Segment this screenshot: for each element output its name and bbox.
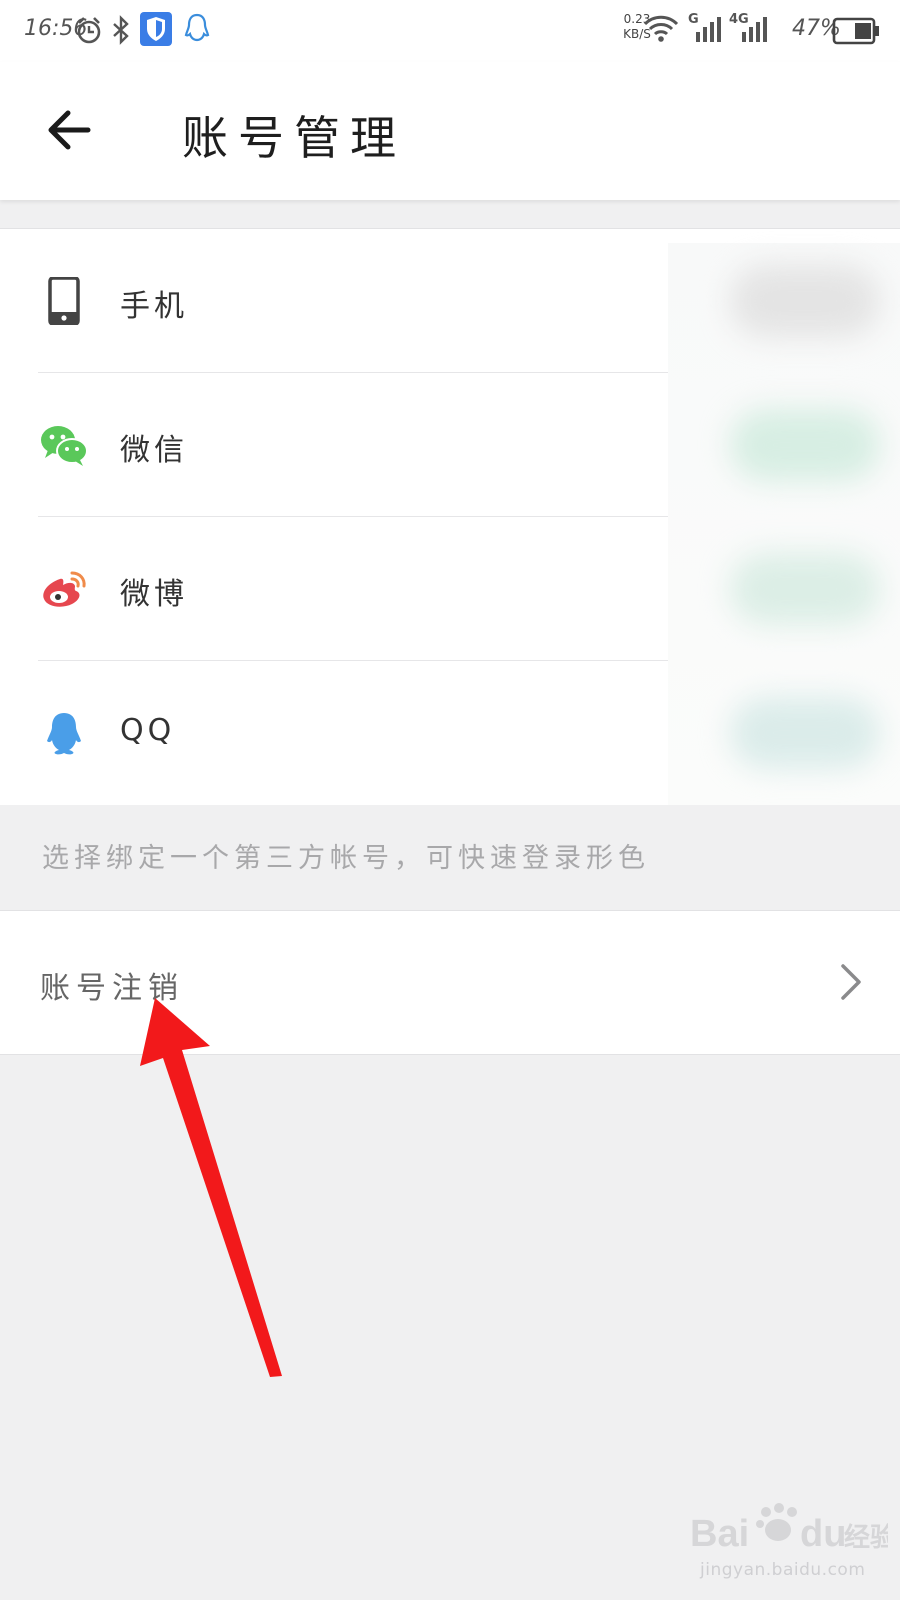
qq-icon (47, 713, 81, 755)
account-row-weibo[interactable]: 微博 (0, 517, 900, 661)
account-row-wechat[interactable]: 微信 (0, 373, 900, 517)
weibo-icon (43, 571, 86, 607)
page-title: 账号管理 (182, 111, 406, 165)
qq-status-icon (184, 13, 210, 42)
phone-icon (48, 277, 80, 325)
weibo-value-blurred (730, 553, 880, 625)
svg-text:du: du (800, 1513, 846, 1555)
chevron-right-icon (841, 964, 861, 1000)
account-deactivate-label: 账号注销 (40, 971, 184, 1006)
status-bar: 16:56 0.23 KB/S G 4G 47% (0, 0, 900, 62)
wechat-value-blurred (730, 409, 880, 481)
account-label-weibo: 微博 (120, 577, 188, 612)
account-row-qq[interactable]: QQ (0, 661, 900, 805)
wechat-icon (41, 426, 88, 466)
app-header: 账号管理 (0, 62, 900, 200)
account-deactivate-row[interactable]: 账号注销 (0, 910, 900, 1055)
bluetooth-icon (113, 15, 129, 45)
bind-hint-text: 选择绑定一个第三方帐号，可快速登录形色 (42, 843, 650, 874)
account-row-phone[interactable]: 手机 (0, 229, 900, 373)
account-label-wechat: 微信 (120, 433, 188, 468)
phone-value-blurred (730, 265, 880, 337)
signal-bars-icon-1 (696, 17, 721, 42)
svg-text:Bai: Bai (690, 1513, 749, 1555)
shield-icon (140, 12, 172, 46)
battery-icon (832, 17, 879, 45)
svg-text:经验: 经验 (844, 1522, 888, 1553)
account-list: 手机 微信 微博 QQ (0, 228, 900, 805)
alarm-icon (77, 17, 101, 44)
account-label-qq: QQ (120, 713, 176, 748)
wifi-icon (643, 15, 679, 42)
watermark-url: jingyan.baidu.com (700, 1560, 866, 1580)
signal-bars-icon-2 (742, 17, 767, 42)
account-label-phone: 手机 (120, 289, 188, 324)
qq-value-blurred (730, 697, 880, 769)
back-arrow-icon[interactable] (44, 102, 100, 158)
